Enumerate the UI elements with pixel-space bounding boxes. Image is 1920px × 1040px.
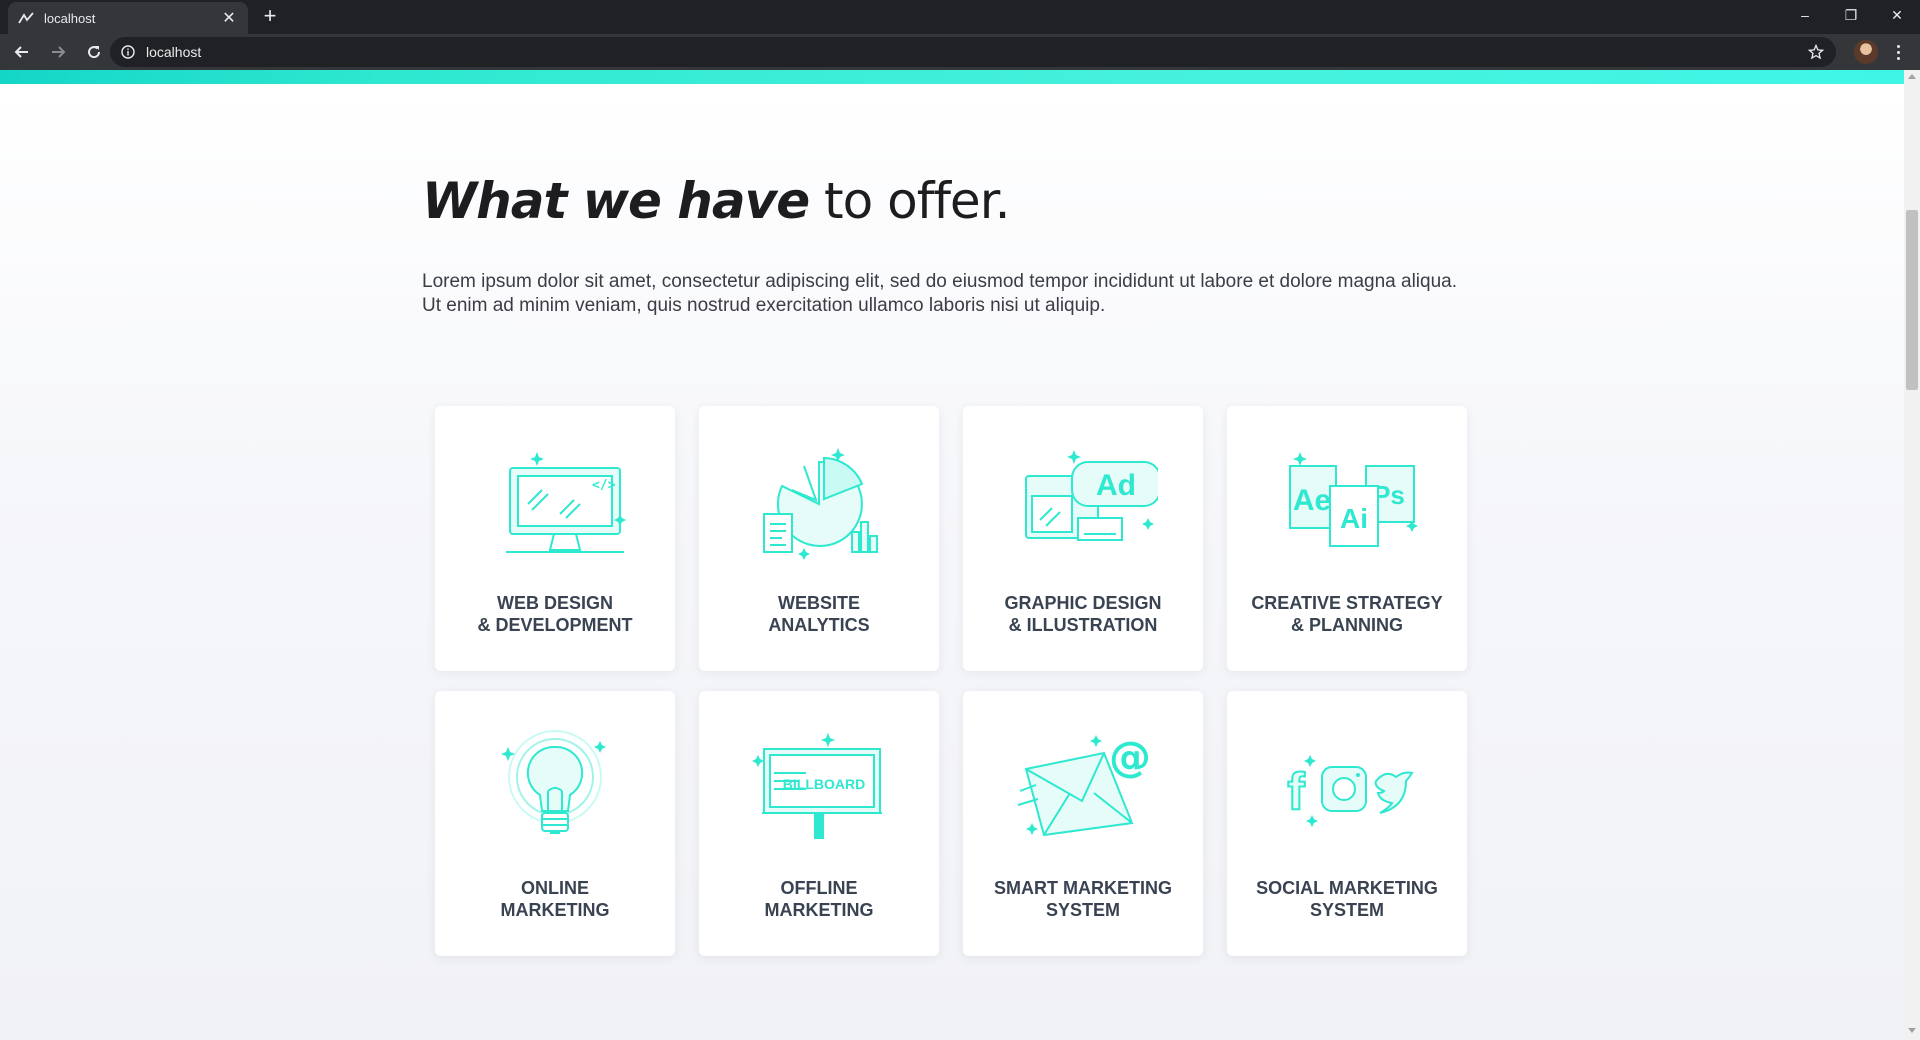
service-card-title: SMART MARKETING SYSTEM	[994, 878, 1172, 920]
service-card-title: WEBSITE ANALYTICS	[768, 593, 870, 635]
heading-rest: to offer.	[809, 172, 1011, 230]
email-icon: @	[1008, 729, 1158, 849]
section-lead-text: Lorem ipsum dolor sit amet, consectetur …	[422, 271, 1458, 316]
svg-text:BILLBOARD: BILLBOARD	[783, 776, 865, 792]
service-card-title: SOCIAL MARKETING SYSTEM	[1256, 878, 1438, 920]
browser-tab[interactable]: localhost ✕	[8, 2, 248, 34]
billboard-icon: BILLBOARD	[744, 729, 894, 849]
back-arrow-icon	[14, 46, 28, 58]
svg-text:</>: </>	[592, 478, 616, 493]
service-card-title: ONLINE MARKETING	[500, 878, 610, 920]
window-controls: – ❐ ✕	[1782, 0, 1920, 30]
reload-icon	[88, 46, 101, 59]
close-window-button[interactable]: ✕	[1874, 0, 1920, 30]
adobe-apps-icon: Ae Ps Ai	[1272, 444, 1422, 564]
scrollbar-thumb[interactable]	[1906, 210, 1918, 390]
forward-arrow-icon	[52, 46, 66, 58]
service-card-title: WEB DESIGN & DEVELOPMENT	[477, 593, 633, 635]
minimize-button[interactable]: –	[1782, 0, 1828, 30]
restore-button[interactable]: ❐	[1828, 0, 1874, 30]
svg-text:Ad: Ad	[1096, 469, 1136, 502]
svg-text:Ai: Ai	[1340, 503, 1368, 534]
social-icons-icon: f	[1272, 729, 1422, 849]
new-tab-button[interactable]: +	[258, 5, 282, 29]
service-card-website-analytics[interactable]: WEBSITE ANALYTICS	[699, 406, 939, 671]
service-card-creative-strategy[interactable]: Ae Ps Ai CREATIVE STRATEGY & PLANNING	[1227, 406, 1467, 671]
service-card-smart-marketing[interactable]: @ SMART MARKETING SYSTEM	[963, 691, 1203, 956]
heading-emphasis: What we have	[422, 172, 810, 230]
section-heading: What we have to offer.	[422, 172, 1011, 230]
monitor-code-icon: </>	[480, 444, 630, 564]
tab-title: localhost	[44, 10, 96, 26]
service-card-social-marketing[interactable]: f SOCIAL MARKETING SYSTEM	[1227, 691, 1467, 956]
services-grid: </> WEB DESIGN & DEVELOPMENT WEBSITE ANA…	[435, 406, 1467, 956]
tab-close-icon[interactable]: ✕	[220, 8, 238, 28]
service-card-title: CREATIVE STRATEGY & PLANNING	[1251, 593, 1443, 635]
service-card-title: OFFLINE MARKETING	[764, 878, 874, 920]
bookmark-star-icon[interactable]	[1806, 42, 1826, 62]
ad-design-icon: Ad	[1008, 444, 1158, 564]
info-icon[interactable]	[120, 44, 136, 60]
browser-toolbar: localhost	[0, 34, 1920, 70]
address-bar[interactable]: localhost	[110, 37, 1836, 67]
svg-text:f: f	[1287, 763, 1305, 821]
lightbulb-icon	[480, 729, 630, 849]
browser-tab-bar: localhost ✕ + – ❐ ✕	[0, 0, 1920, 34]
browser-menu-icon[interactable]	[1886, 40, 1910, 64]
back-button[interactable]	[8, 38, 36, 66]
service-card-web-design[interactable]: </> WEB DESIGN & DEVELOPMENT	[435, 406, 675, 671]
favicon-icon	[18, 10, 34, 26]
svg-text:Ae: Ae	[1293, 484, 1331, 517]
service-card-online-marketing[interactable]: ONLINE MARKETING	[435, 691, 675, 956]
service-card-graphic-design[interactable]: Ad GRAPHIC DESIGN & ILLUSTRATION	[963, 406, 1203, 671]
service-card-title: GRAPHIC DESIGN & ILLUSTRATION	[1004, 593, 1162, 635]
reload-button[interactable]	[80, 38, 108, 66]
address-text: localhost	[146, 44, 202, 60]
header-gradient-bar	[0, 70, 1904, 84]
scroll-down-arrow-icon[interactable]	[1908, 1028, 1916, 1033]
scroll-up-arrow-icon[interactable]	[1908, 74, 1916, 79]
svg-text:@: @	[1109, 732, 1151, 781]
profile-avatar[interactable]	[1854, 40, 1878, 64]
service-card-offline-marketing[interactable]: BILLBOARD OFFLINE MARKETING	[699, 691, 939, 956]
pie-chart-icon	[744, 444, 894, 564]
forward-button[interactable]	[44, 38, 72, 66]
